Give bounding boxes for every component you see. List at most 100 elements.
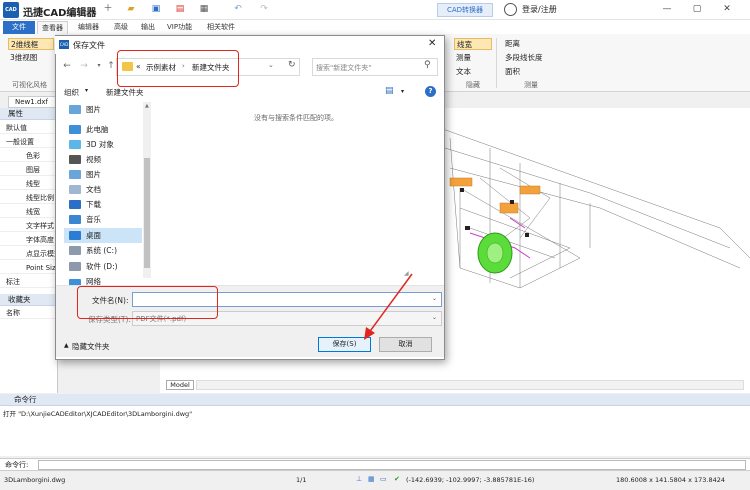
filename-highlight-box (77, 286, 218, 319)
nav-item-videos[interactable]: 视频 (64, 152, 142, 167)
empty-message: 没有与搜索条件匹配的项。 (254, 114, 338, 122)
recent-dropdown-icon[interactable]: ▾ (93, 59, 105, 73)
search-icon[interactable]: ⚲ (424, 60, 431, 70)
forward-icon[interactable]: → (78, 59, 90, 73)
nav-item-documents[interactable]: 文档 (64, 182, 142, 197)
polyline-length-button[interactable]: 多段线长度 (503, 52, 563, 64)
hide-folders-toggle[interactable]: 隐藏文件夹 (72, 341, 110, 352)
desktop-icon (69, 231, 81, 240)
filename-dropdown-icon[interactable]: ⌄ (432, 295, 437, 302)
pdf-icon[interactable]: ▤ (174, 3, 186, 15)
properties-header: 属性 (0, 108, 58, 120)
view-dropdown-icon[interactable]: ▾ (401, 88, 404, 95)
login-link[interactable]: 登录/注册 (522, 4, 557, 15)
hide-folders-icon[interactable]: ▲ (64, 342, 69, 349)
general-settings-row[interactable]: 一般设置 (0, 136, 58, 148)
horizontal-scrollbar[interactable] (196, 380, 744, 390)
drive-icon (69, 246, 81, 255)
close-window-icon[interactable]: ✕ (720, 2, 734, 16)
nav-item-label: 图片 (86, 105, 101, 114)
filetype-dropdown-icon[interactable]: ⌄ (432, 314, 437, 321)
property-row[interactable]: 线型比例 (0, 192, 58, 204)
new-folder-button[interactable]: 新建文件夹 (106, 87, 144, 98)
nav-item-drive-c[interactable]: 系统 (C:) (64, 243, 142, 258)
save-icon[interactable]: ▣ (150, 3, 162, 15)
measure-button[interactable]: 测量 (454, 52, 492, 64)
status-page: 1/1 (296, 476, 307, 484)
text-button[interactable]: 文本 (454, 66, 492, 78)
menu-related[interactable]: 相关软件 (203, 21, 239, 34)
view-options-icon[interactable]: ▤ (385, 86, 394, 96)
nav-item-3d-objects[interactable]: 3D 对象 (64, 137, 142, 152)
check-icon[interactable]: ✔ (394, 475, 400, 483)
undo-icon[interactable]: ↶ (232, 3, 244, 15)
property-row[interactable]: 文字样式 (0, 220, 58, 232)
grid-icon[interactable]: ▦ (368, 475, 375, 483)
view-3d-button[interactable]: 3维视图 (8, 52, 54, 64)
refresh-icon[interactable]: ↻ (288, 60, 296, 70)
property-row[interactable]: 字体高度 (0, 234, 58, 246)
group-measure-label: 测量 (524, 81, 538, 89)
annotation-row[interactable]: 标注 (0, 276, 58, 288)
menu-viewer[interactable]: 查看器 (37, 21, 68, 34)
print-icon[interactable]: ▦ (198, 3, 210, 15)
nav-item-desktop[interactable]: 桌面 (64, 228, 142, 243)
nav-item-music[interactable]: 音乐 (64, 212, 142, 227)
menu-file[interactable]: 文件 (3, 21, 35, 34)
document-tab[interactable]: New1.dxf (8, 96, 60, 108)
property-row[interactable]: Point Size (0, 262, 58, 274)
favorites-header: 收藏夹 (0, 294, 58, 306)
property-row[interactable]: 色彩 (0, 150, 58, 162)
help-icon[interactable]: ? (425, 86, 436, 97)
cad-converter-button[interactable]: CAD转换器 (437, 3, 493, 17)
status-size: 180.6008 x 141.5804 x 173.8424 (616, 476, 726, 484)
nav-item-pictures-top[interactable]: 图片 (64, 102, 142, 117)
redo-icon[interactable]: ↷ (258, 3, 270, 15)
nav-item-drive-d[interactable]: 软件 (D:) (64, 259, 142, 274)
maximize-icon[interactable]: ▢ (690, 2, 704, 16)
menu-editor[interactable]: 编辑器 (74, 21, 103, 34)
organize-menu[interactable]: 组织 (64, 87, 79, 98)
area-button[interactable]: 面积 (503, 66, 563, 78)
download-icon (69, 200, 81, 209)
nav-item-label: 系统 (C:) (86, 246, 117, 255)
new-icon[interactable]: ＋ (102, 3, 114, 15)
favorites-name-column: 名称 (0, 307, 58, 319)
nav-item-label: 软件 (D:) (86, 262, 118, 271)
nav-item-downloads[interactable]: 下载 (64, 197, 142, 212)
ortho-icon[interactable]: ▭ (380, 475, 387, 483)
command-input-label: 命令行: (5, 461, 29, 469)
default-value-row[interactable]: 默认值 (0, 122, 58, 134)
scroll-up-icon[interactable]: ▲ (145, 103, 149, 109)
distance-button[interactable]: 距离 (503, 38, 563, 50)
address-highlight-box (117, 50, 239, 87)
nav-item-label: 文档 (86, 185, 101, 194)
menu-output[interactable]: 输出 (137, 21, 159, 34)
minimize-icon[interactable]: — (660, 2, 674, 16)
menu-vip[interactable]: VIP功能 (163, 21, 196, 34)
nav-scrollbar-thumb[interactable] (144, 158, 150, 268)
property-row[interactable]: 线宽 (0, 206, 58, 218)
dialog-close-icon[interactable]: ✕ (428, 38, 436, 49)
user-icon[interactable] (504, 3, 517, 16)
nav-item-network[interactable]: 网络 (64, 276, 142, 285)
model-tab[interactable]: Model (166, 380, 194, 390)
menu-advanced[interactable]: 高级 (110, 21, 132, 34)
open-folder-icon[interactable]: ▰ (125, 3, 137, 15)
group-visual-label: 可视化风格 (12, 81, 47, 89)
snap-icon[interactable]: ⊥ (356, 475, 362, 483)
organize-dropdown-icon[interactable]: ▾ (85, 87, 88, 94)
command-input[interactable] (38, 460, 746, 470)
dialog-title: 保存文件 (73, 41, 105, 50)
property-row[interactable]: 图层 (0, 164, 58, 176)
nav-item-this-pc[interactable]: 此电脑 (64, 122, 142, 137)
lineweight-button[interactable]: 线宽 (454, 38, 492, 50)
search-placeholder: 搜索"新建文件夹" (316, 64, 372, 72)
nav-item-pictures[interactable]: 图片 (64, 167, 142, 182)
wireframe-2d-button[interactable]: 2维线框 (8, 38, 54, 50)
address-dropdown-icon[interactable]: ⌄ (268, 61, 274, 69)
property-row[interactable]: 线型 (0, 178, 58, 190)
back-icon[interactable]: ← (61, 59, 73, 73)
property-row[interactable]: 点显示模式 (0, 248, 58, 260)
document-icon (69, 185, 81, 194)
